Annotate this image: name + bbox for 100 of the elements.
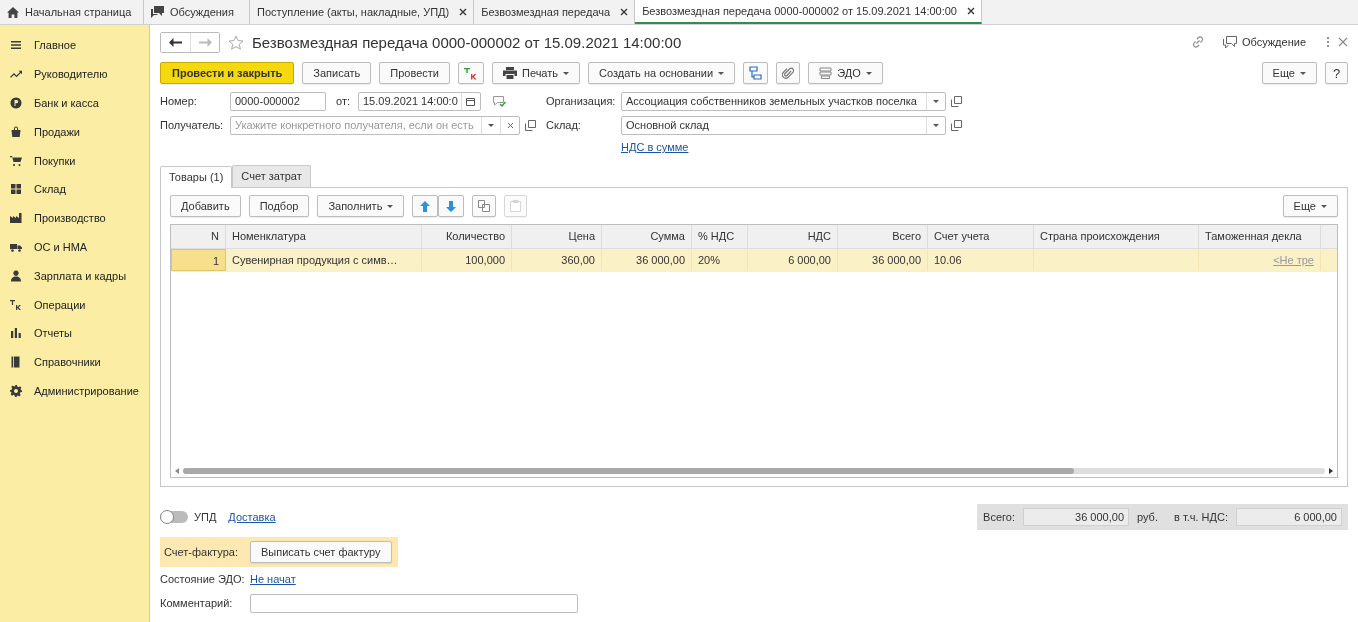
dt-kt-icon xyxy=(464,66,478,80)
grid-icon xyxy=(10,183,22,196)
dropdown-icon xyxy=(933,99,939,103)
column-header[interactable]: Всего xyxy=(838,225,928,248)
date-field[interactable]: 15.09.2021 14:00:0 xyxy=(358,91,481,111)
more-icon[interactable] xyxy=(1326,36,1330,48)
sidebar-item[interactable]: Покупки xyxy=(0,146,149,175)
form-tab[interactable]: Товары (1) xyxy=(160,166,233,188)
open-icon[interactable] xyxy=(525,119,536,131)
close-icon[interactable] xyxy=(459,8,468,16)
copy-button[interactable] xyxy=(472,195,497,217)
invoice-label: Счет-фактура: xyxy=(164,546,238,558)
column-header[interactable]: Таможенная декла xyxy=(1199,225,1321,248)
person-icon xyxy=(10,269,22,282)
column-header[interactable]: Количество xyxy=(422,225,512,248)
field-label: Номер: xyxy=(160,95,198,107)
issue-invoice-button[interactable]: Выписать счет фактуру xyxy=(249,541,392,563)
table-row[interactable]: 1 Сувенирная продукция с симв… 100,000 360,00 36 000,00 20% 6 000,00 36 000,00 10.06 <Не тре xyxy=(171,249,1337,272)
sidebar-item[interactable]: Отчеты xyxy=(0,318,149,348)
chat-icon xyxy=(1222,35,1237,49)
structure-button[interactable] xyxy=(743,62,769,84)
edo-button[interactable]: ЭДО xyxy=(808,62,883,84)
help-button[interactable]: ? xyxy=(1325,62,1348,84)
comment-field[interactable] xyxy=(250,593,578,613)
sidebar-item[interactable]: Администрирование xyxy=(0,376,149,406)
vat-value: 6 000,00 xyxy=(1236,508,1342,526)
open-icon[interactable] xyxy=(951,119,962,131)
cart-icon xyxy=(10,154,22,167)
discussion-button[interactable]: Обсуждение xyxy=(1222,35,1306,49)
sidebar-item[interactable]: Зарплата и кадры xyxy=(0,261,149,291)
table-cell: 1 xyxy=(212,255,219,267)
table-cell: 20% xyxy=(698,254,721,266)
more-button[interactable]: Еще xyxy=(1282,195,1338,217)
link-icon[interactable] xyxy=(1190,35,1205,49)
create-based-on-button[interactable]: Создать на основании xyxy=(588,62,736,84)
form-tab[interactable]: Счет затрат xyxy=(232,165,311,187)
recipient-field[interactable]: Укажите конкретного получателя, если он есть xyxy=(230,115,520,135)
vat-link[interactable]: НДС в сумме xyxy=(621,141,689,153)
document-title: Безвозмездная передача 0000-000002 от 15.09.2021 14:00:00 xyxy=(252,33,682,51)
scroll-right-icon[interactable] xyxy=(1329,467,1333,474)
sidebar-item[interactable]: Продажи xyxy=(0,117,149,147)
book-icon xyxy=(10,356,22,369)
field-label: Склад: xyxy=(546,119,582,131)
right-arrow-icon xyxy=(198,37,212,47)
field-label: Организация: xyxy=(546,95,617,107)
more-button[interactable]: Еще xyxy=(1261,62,1317,84)
organization-field[interactable]: Ассоциация собственников земельных участков поселка xyxy=(621,91,946,111)
bag-icon xyxy=(10,125,22,138)
column-header[interactable]: Номенклатура xyxy=(226,225,422,248)
clear-icon xyxy=(506,121,514,129)
save-button[interactable]: Записать xyxy=(302,62,372,84)
post-button[interactable]: Провести xyxy=(379,62,450,84)
warehouse-field[interactable]: Основной склад xyxy=(621,115,946,135)
field-label: Комментарий: xyxy=(160,597,234,609)
note-check-icon[interactable] xyxy=(493,95,506,107)
home-icon xyxy=(7,6,19,18)
column-header[interactable]: Сумма xyxy=(602,225,692,248)
number-field[interactable]: 0000-000002 xyxy=(230,91,326,111)
column-header[interactable]: N xyxy=(171,225,226,248)
window-tab[interactable]: Безвозмездная передача 0000-000002 от 15.09.2021 14:00:00 xyxy=(635,0,982,24)
sidebar-item[interactable]: Операции xyxy=(0,290,149,319)
sidebar-item[interactable]: Справочники xyxy=(0,347,149,377)
column-header[interactable]: Страна происхождения xyxy=(1034,225,1199,248)
delivery-link[interactable]: Доставка xyxy=(228,511,276,523)
sidebar-item[interactable]: ОС и НМА xyxy=(0,232,149,262)
field-label: Состояние ЭДО: xyxy=(160,573,246,585)
upd-toggle[interactable] xyxy=(160,511,188,523)
sidebar-item[interactable]: Склад xyxy=(0,175,149,204)
bar-chart-icon xyxy=(10,327,22,340)
edo-state-link[interactable]: Не начат xyxy=(250,573,296,585)
post-and-close-button[interactable]: Провести и закрыть xyxy=(160,62,295,84)
table-cell: 36 000,00 xyxy=(872,254,921,266)
sidebar-item[interactable]: Производство xyxy=(0,203,149,233)
column-header[interactable]: Счет учета xyxy=(928,225,1034,248)
caret-icon xyxy=(865,71,872,75)
open-icon[interactable] xyxy=(951,95,962,107)
column-header[interactable]: Цена xyxy=(512,225,602,248)
star-icon[interactable] xyxy=(228,34,244,50)
hierarchy-icon xyxy=(749,66,763,80)
caret-icon xyxy=(387,204,394,208)
close-icon[interactable] xyxy=(620,8,629,16)
sidebar-item[interactable]: Руководителю xyxy=(0,59,149,89)
caret-icon xyxy=(1300,71,1306,75)
sidebar-item[interactable]: Главное xyxy=(0,31,149,60)
dt-kt-icon xyxy=(10,298,22,311)
document-stack-icon xyxy=(819,67,833,79)
pick-button[interactable]: Подбор xyxy=(248,195,310,217)
column-header[interactable]: НДС xyxy=(748,225,838,248)
close-icon[interactable] xyxy=(966,7,975,15)
move-down-button[interactable] xyxy=(438,195,465,217)
dt-kt-button[interactable] xyxy=(458,62,484,84)
add-button[interactable]: Добавить xyxy=(170,195,241,217)
column-header[interactable]: % НДС xyxy=(692,225,748,248)
attachment-button[interactable] xyxy=(776,62,801,84)
move-up-button[interactable] xyxy=(412,195,439,217)
print-button[interactable]: Печать xyxy=(492,62,581,84)
fill-button[interactable]: Заполнить xyxy=(317,195,405,217)
table-cell: 10.06 xyxy=(934,254,962,266)
sidebar-item[interactable]: Банк и касса xyxy=(0,88,149,118)
scroll-left-icon[interactable] xyxy=(175,467,179,474)
